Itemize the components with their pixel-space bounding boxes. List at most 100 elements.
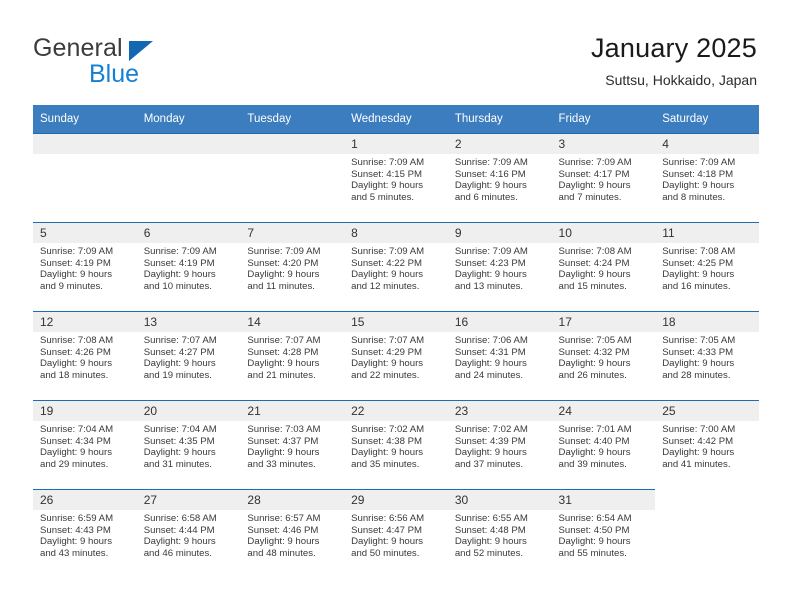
daylight-duration-line1: Daylight: 9 hours [351, 358, 424, 370]
calendar-day-cell[interactable]: 30 Sunrise: 6:55 AM Sunset: 4:48 PM Dayligh… [447, 489, 552, 578]
day-sun-details: Sunrise: 7:06 AM Sunset: 4:31 PM Daylight:… [448, 332, 552, 381]
calendar-day-cell[interactable]: 25 Sunrise: 7:00 AM Sunset: 4:42 PM Dayligh… [655, 400, 759, 490]
calendar-day-cell-inner: 13 Sunrise: 7:07 AM Sunset: 4:27 PM Dayligh… [136, 312, 241, 400]
sunrise-time: Sunrise: 7:07 AM [351, 335, 425, 346]
calendar-day-cell[interactable]: 22 Sunrise: 7:02 AM Sunset: 4:38 PM Dayligh… [344, 400, 448, 490]
calendar-day-cell[interactable]: 29 Sunrise: 6:56 AM Sunset: 4:47 PM Dayligh… [344, 489, 448, 578]
sunrise-time: Sunrise: 7:09 AM [454, 157, 528, 168]
daylight-duration-line2: and 7 minutes. [558, 191, 622, 203]
calendar-day-number: 15 [344, 312, 448, 332]
sunset-time: Sunset: 4:33 PM [662, 346, 734, 358]
day-sun-details: Sunrise: 7:07 AM Sunset: 4:29 PM Daylight:… [344, 332, 448, 381]
calendar-day-cell[interactable]: 8 Sunrise: 7:09 AM Sunset: 4:22 PM Daylight… [344, 222, 448, 312]
calendar-day-number: 30 [447, 490, 552, 510]
sunrise-time: Sunrise: 7:09 AM [351, 246, 425, 257]
weekday-header-sunday: Sunday [33, 105, 137, 134]
daylight-duration-line2: and 15 minutes. [558, 280, 627, 292]
daylight-duration-line2: and 5 minutes. [351, 191, 415, 203]
calendar-day-cell[interactable]: 11 Sunrise: 7:08 AM Sunset: 4:25 PM Dayligh… [655, 222, 759, 312]
daylight-duration-line1: Daylight: 9 hours [351, 269, 424, 281]
daylight-duration-line1: Daylight: 9 hours [40, 358, 112, 370]
calendar-day-cell[interactable]: 7 Sunrise: 7:09 AM Sunset: 4:20 PM Daylight… [240, 222, 345, 312]
daylight-duration-line1: Daylight: 9 hours [40, 447, 112, 459]
calendar-day-cell[interactable]: 12 Sunrise: 7:08 AM Sunset: 4:26 PM Dayligh… [33, 311, 137, 401]
daylight-duration-line2: and 12 minutes. [351, 280, 420, 292]
calendar-day-number: 19 [33, 401, 137, 421]
calendar-day-cell[interactable]: 1 Sunrise: 7:09 AM Sunset: 4:15 PM Daylight… [344, 133, 448, 223]
daylight-duration-line2: and 33 minutes. [247, 458, 316, 470]
daylight-duration-line1: Daylight: 9 hours [662, 269, 735, 281]
calendar-day-cell[interactable]: 19 Sunrise: 7:04 AM Sunset: 4:34 PM Dayligh… [33, 400, 137, 490]
sunset-time: Sunset: 4:32 PM [558, 346, 630, 358]
day-sun-details: Sunrise: 6:55 AM Sunset: 4:48 PM Daylight:… [448, 510, 552, 559]
daylight-duration-line1: Daylight: 9 hours [143, 536, 216, 548]
sunset-time: Sunset: 4:28 PM [247, 346, 319, 358]
sunrise-time: Sunrise: 7:05 AM [558, 335, 632, 346]
weekday-header-thursday: Thursday [447, 105, 552, 134]
daylight-duration-line2: and 46 minutes. [143, 547, 212, 559]
daylight-duration-line2: and 35 minutes. [351, 458, 420, 470]
sunset-time: Sunset: 4:37 PM [247, 435, 319, 447]
daylight-duration-line2: and 9 minutes. [40, 280, 103, 292]
calendar-day-cell[interactable]: 9 Sunrise: 7:09 AM Sunset: 4:23 PM Daylight… [447, 222, 552, 312]
calendar-day-cell[interactable]: 27 Sunrise: 6:58 AM Sunset: 4:44 PM Dayligh… [136, 489, 241, 578]
weekday-header-saturday: Saturday [655, 105, 759, 134]
calendar-day-cell-inner: 29 Sunrise: 6:56 AM Sunset: 4:47 PM Dayligh… [344, 490, 448, 578]
calendar-day-cell[interactable]: 28 Sunrise: 6:57 AM Sunset: 4:46 PM Dayligh… [240, 489, 345, 578]
calendar-day-cell[interactable]: 3 Sunrise: 7:09 AM Sunset: 4:17 PM Daylight… [551, 133, 656, 223]
sunrise-time: Sunrise: 6:59 AM [40, 513, 114, 524]
sunset-time: Sunset: 4:40 PM [558, 435, 630, 447]
calendar-day-cell[interactable]: 18 Sunrise: 7:05 AM Sunset: 4:33 PM Dayligh… [655, 311, 759, 401]
calendar-day-cell-inner: 20 Sunrise: 7:04 AM Sunset: 4:35 PM Dayligh… [136, 401, 241, 489]
calendar-day-number: 25 [655, 401, 759, 421]
daylight-duration-line2: and 55 minutes. [558, 547, 627, 559]
calendar-day-cell-inner: 4 Sunrise: 7:09 AM Sunset: 4:18 PM Daylight… [655, 134, 759, 222]
sunrise-time: Sunrise: 7:09 AM [351, 157, 425, 168]
day-sun-details: Sunrise: 7:02 AM Sunset: 4:39 PM Daylight:… [448, 421, 552, 470]
sunset-time: Sunset: 4:22 PM [351, 257, 423, 269]
general-blue-logo[interactable]: General Blue [33, 36, 263, 94]
daylight-duration-line1: Daylight: 9 hours [558, 536, 631, 548]
calendar-day-cell[interactable]: 21 Sunrise: 7:03 AM Sunset: 4:37 PM Dayligh… [240, 400, 345, 490]
daylight-duration-line2: and 16 minutes. [662, 280, 731, 292]
calendar-day-cell[interactable]: 15 Sunrise: 7:07 AM Sunset: 4:29 PM Dayligh… [344, 311, 448, 401]
calendar-day-cell-inner: 24 Sunrise: 7:01 AM Sunset: 4:40 PM Dayligh… [551, 401, 656, 489]
calendar-week-row: 26 Sunrise: 6:59 AM Sunset: 4:43 PM Dayligh… [33, 489, 759, 578]
title-block: January 2025 Suttsu, Hokkaido, Japan [591, 32, 757, 88]
day-sun-details: Sunrise: 7:08 AM Sunset: 4:25 PM Daylight:… [655, 243, 759, 292]
calendar-day-number: 12 [33, 312, 137, 332]
sunset-time: Sunset: 4:43 PM [40, 524, 111, 536]
calendar-day-cell[interactable]: 24 Sunrise: 7:01 AM Sunset: 4:40 PM Dayligh… [551, 400, 656, 490]
calendar-day-number: 1 [344, 134, 448, 154]
sunset-time: Sunset: 4:34 PM [40, 435, 111, 447]
calendar-day-number: 20 [136, 401, 241, 421]
daylight-duration-line1: Daylight: 9 hours [454, 536, 527, 548]
day-sun-details: Sunrise: 7:09 AM Sunset: 4:15 PM Daylight:… [344, 154, 448, 203]
sunset-time: Sunset: 4:50 PM [558, 524, 630, 536]
calendar-day-number: 16 [447, 312, 552, 332]
calendar-day-cell-inner [136, 134, 241, 222]
calendar-day-cell[interactable]: 2 Sunrise: 7:09 AM Sunset: 4:16 PM Daylight… [447, 133, 552, 223]
calendar-day-cell[interactable]: 14 Sunrise: 7:07 AM Sunset: 4:28 PM Dayligh… [240, 311, 345, 401]
calendar-empty-cell [655, 489, 759, 578]
calendar-day-cell[interactable]: 31 Sunrise: 6:54 AM Sunset: 4:50 PM Dayligh… [551, 489, 656, 578]
sunset-time: Sunset: 4:19 PM [143, 257, 215, 269]
calendar-day-cell-inner: 14 Sunrise: 7:07 AM Sunset: 4:28 PM Dayligh… [240, 312, 345, 400]
calendar-day-number: 6 [136, 223, 241, 243]
calendar-day-cell[interactable]: 4 Sunrise: 7:09 AM Sunset: 4:18 PM Daylight… [655, 133, 759, 223]
calendar-day-cell-inner [33, 134, 137, 222]
daylight-duration-line2: and 13 minutes. [454, 280, 524, 292]
calendar-day-cell[interactable]: 20 Sunrise: 7:04 AM Sunset: 4:35 PM Dayligh… [136, 400, 241, 490]
calendar-day-cell[interactable]: 13 Sunrise: 7:07 AM Sunset: 4:27 PM Dayligh… [136, 311, 241, 401]
calendar-day-cell[interactable]: 6 Sunrise: 7:09 AM Sunset: 4:19 PM Daylight… [136, 222, 241, 312]
day-sun-details: Sunrise: 6:54 AM Sunset: 4:50 PM Daylight:… [552, 510, 656, 559]
calendar-day-cell-inner: 16 Sunrise: 7:06 AM Sunset: 4:31 PM Dayligh… [447, 312, 552, 400]
calendar-day-cell[interactable]: 23 Sunrise: 7:02 AM Sunset: 4:39 PM Dayligh… [447, 400, 552, 490]
calendar-day-cell[interactable]: 16 Sunrise: 7:06 AM Sunset: 4:31 PM Dayligh… [447, 311, 552, 401]
calendar-day-cell[interactable]: 10 Sunrise: 7:08 AM Sunset: 4:24 PM Dayligh… [551, 222, 656, 312]
calendar-day-cell[interactable]: 17 Sunrise: 7:05 AM Sunset: 4:32 PM Dayligh… [551, 311, 656, 401]
sunset-time: Sunset: 4:38 PM [351, 435, 423, 447]
calendar-day-cell[interactable]: 26 Sunrise: 6:59 AM Sunset: 4:43 PM Dayligh… [33, 489, 137, 578]
weekday-header-monday: Monday [136, 105, 241, 134]
calendar-day-cell[interactable]: 5 Sunrise: 7:09 AM Sunset: 4:19 PM Daylight… [33, 222, 137, 312]
